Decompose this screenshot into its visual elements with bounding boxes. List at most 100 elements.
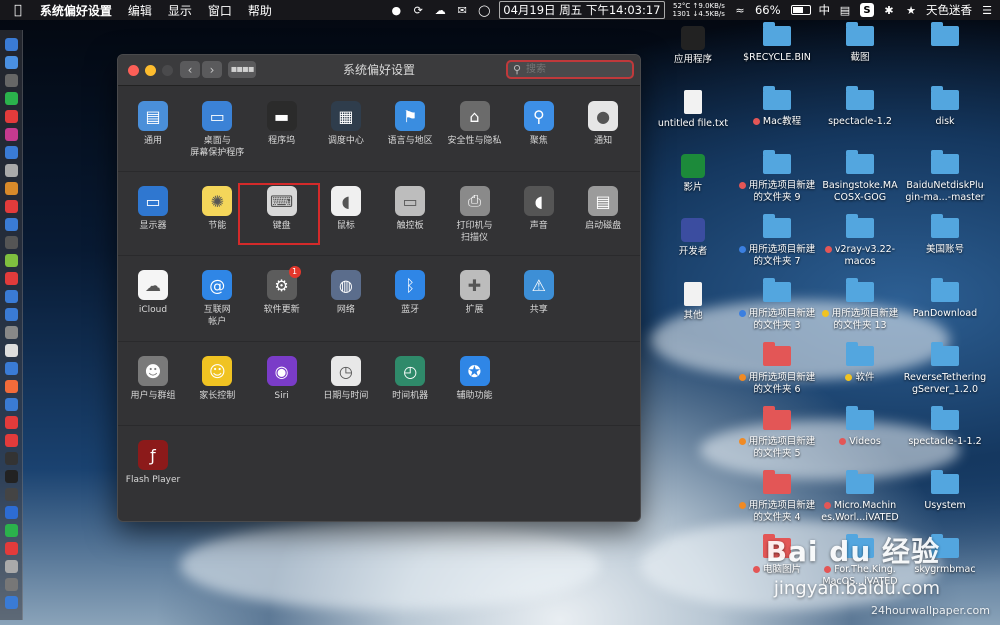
pane-gear-update[interactable]: ⚙ 1 软件更新 — [249, 266, 315, 316]
dock-app-icon[interactable] — [5, 146, 18, 159]
dock-app-icon[interactable] — [5, 596, 18, 609]
menu-app-name[interactable]: 系统偏好设置 — [32, 2, 120, 19]
pane-icloud[interactable]: ☁ iCloud — [120, 270, 186, 316]
pane-printer[interactable]: ⎙ 打印机与 扫描仪 — [442, 186, 508, 244]
bluetooth-menu-icon[interactable]: ✱ — [882, 3, 896, 17]
desktop-item-text: untitled file.txt — [657, 118, 729, 129]
dock-app-icon[interactable] — [5, 164, 18, 177]
datetime-box[interactable]: 04月19日 周五 下午14:03:17 — [499, 1, 665, 19]
dock-app-icon[interactable] — [5, 326, 18, 339]
dock-app-icon[interactable] — [5, 542, 18, 555]
pane-sharing-folder[interactable]: ⚠ 共享 — [506, 270, 572, 316]
pane-general[interactable]: ▤ 通用 — [120, 101, 186, 147]
battery-percent[interactable]: 66% — [755, 3, 781, 17]
pane-bluetooth[interactable]: ᛒ 蓝牙 — [377, 270, 443, 316]
menu-view[interactable]: 显示 — [160, 2, 200, 19]
desktop-item[interactable]: PanDownload — [890, 278, 1000, 320]
dock-app-icon[interactable] — [5, 236, 18, 249]
desktop-item[interactable]: ReverseTethering gServer_1.2.0 — [890, 342, 1000, 396]
search-input[interactable] — [526, 63, 626, 76]
desktop-item[interactable]: disk — [890, 86, 1000, 128]
globe-icon[interactable]: ◯ — [477, 3, 491, 17]
dock-app-icon[interactable] — [5, 200, 18, 213]
dock-app-icon[interactable] — [5, 380, 18, 393]
dock-app-icon[interactable] — [5, 506, 18, 519]
dock-app-icon[interactable] — [5, 92, 18, 105]
title-bar[interactable]: ‹ › ▪▪▪▪ 系统偏好设置 ⚲ — [118, 55, 640, 86]
dock-app-icon[interactable] — [5, 434, 18, 447]
pane-users[interactable]: ☻ 用户与群组 — [120, 356, 186, 402]
user-name[interactable]: 天色迷香 — [926, 2, 972, 18]
pane-dock[interactable]: ▬ 程序坞 — [249, 101, 315, 147]
pane-disk[interactable]: ▤ 启动磁盘 — [570, 186, 636, 232]
message-icon[interactable]: ✉ — [455, 3, 469, 17]
desktop-item[interactable]: spectacle-1-1.2 — [890, 406, 1000, 448]
s-app-icon[interactable]: S — [860, 3, 874, 17]
qq-icon[interactable]: ● — [389, 3, 403, 17]
sync-icon[interactable]: ⟳ — [411, 3, 425, 17]
pane-notifications[interactable]: ● 通知 — [570, 101, 636, 147]
dock-app-icon[interactable] — [5, 128, 18, 141]
desktop-item-label: BaiduNetdiskPlu gin-ma...-master — [890, 180, 1000, 204]
network-stats[interactable]: 52°C ↑9.0KB/s 1301 ↓4.5KB/s — [673, 2, 725, 18]
dock-app-icon[interactable] — [5, 488, 18, 501]
battery-icon[interactable] — [790, 5, 811, 15]
desktop-item[interactable] — [890, 22, 1000, 52]
dock-app-icon[interactable] — [5, 110, 18, 123]
pane-desktop[interactable]: ▭ 桌面与 屏幕保护程序 — [184, 101, 250, 159]
dock-app-icon[interactable] — [5, 398, 18, 411]
display-menu-icon[interactable]: ▤ — [838, 3, 852, 17]
pane-network-globe[interactable]: ◍ 网络 — [313, 270, 379, 316]
dock-app-icon[interactable] — [5, 254, 18, 267]
dock-app-icon[interactable] — [5, 272, 18, 285]
dock-app-icon[interactable] — [5, 560, 18, 573]
menu-edit[interactable]: 编辑 — [120, 2, 160, 19]
dock-app-icon[interactable] — [5, 344, 18, 357]
dock-app-icon[interactable] — [5, 452, 18, 465]
dock-app-icon[interactable] — [5, 38, 18, 51]
baidu-watermark-url: jingyan.baidu.com — [773, 578, 940, 599]
dock-app-icon[interactable] — [5, 218, 18, 231]
desktop-item[interactable]: 美国账号 — [890, 214, 1000, 256]
notification-center-icon[interactable]: ☰ — [980, 3, 994, 17]
pane-speaker[interactable]: ◖ 声音 — [506, 186, 572, 232]
pane-parental[interactable]: ☺ 家长控制 — [184, 356, 250, 402]
wifi-icon[interactable]: ≈ — [733, 3, 747, 17]
pane-house-lock[interactable]: ⌂ 安全性与隐私 — [442, 101, 508, 147]
search-field[interactable]: ⚲ — [506, 60, 634, 79]
dock-app-icon[interactable] — [5, 308, 18, 321]
menu-help[interactable]: 帮助 — [240, 2, 280, 19]
folder-icon — [763, 150, 791, 174]
pane-clock-calendar[interactable]: ◷ 日期与时间 — [313, 356, 379, 402]
menu-window[interactable]: 窗口 — [200, 2, 240, 19]
pane-siri[interactable]: ◉ Siri — [249, 356, 315, 402]
pane-mouse[interactable]: ◖ 鼠标 — [313, 186, 379, 232]
desktop-item[interactable]: BaiduNetdiskPlu gin-ma...-master — [890, 150, 1000, 204]
apple-menu-icon[interactable]:  — [0, 3, 32, 18]
dock-app-icon[interactable] — [5, 362, 18, 375]
pane-label: 软件更新 — [263, 305, 300, 315]
pane-mission-control[interactable]: ▦ 调度中心 — [313, 101, 379, 147]
pane-puzzle[interactable]: ✚ 扩展 — [442, 270, 508, 316]
dock-app-icon[interactable] — [5, 470, 18, 483]
dock-app-icon[interactable] — [5, 182, 18, 195]
pane-flag[interactable]: ⚑ 语言与地区 — [377, 101, 443, 147]
pane-accessibility[interactable]: ✪ 辅助功能 — [442, 356, 508, 402]
desktop-item[interactable]: Usystem — [890, 470, 1000, 512]
dock-app-icon[interactable] — [5, 416, 18, 429]
pane-flash[interactable]: ƒ Flash Player — [120, 440, 186, 486]
pane-spotlight[interactable]: ⚲ 聚焦 — [506, 101, 572, 147]
cloud-icon[interactable]: ☁ — [433, 3, 447, 17]
favorite-star-icon[interactable]: ★ — [904, 3, 918, 17]
input-method-indicator[interactable]: 中 — [819, 2, 831, 18]
dock-app-icon[interactable] — [5, 74, 18, 87]
dock-app-icon[interactable] — [5, 290, 18, 303]
pane-display[interactable]: ▭ 显示器 — [120, 186, 186, 232]
pane-at[interactable]: @ 互联网 帐户 — [184, 270, 250, 328]
pane-time-machine[interactable]: ◴ 时间机器 — [377, 356, 443, 402]
dock-app-icon[interactable] — [5, 56, 18, 69]
pane-label: 调度中心 — [327, 136, 364, 146]
dock-app-icon[interactable] — [5, 524, 18, 537]
dock-app-icon[interactable] — [5, 578, 18, 591]
pane-trackpad[interactable]: ▭ 触控板 — [377, 186, 443, 232]
